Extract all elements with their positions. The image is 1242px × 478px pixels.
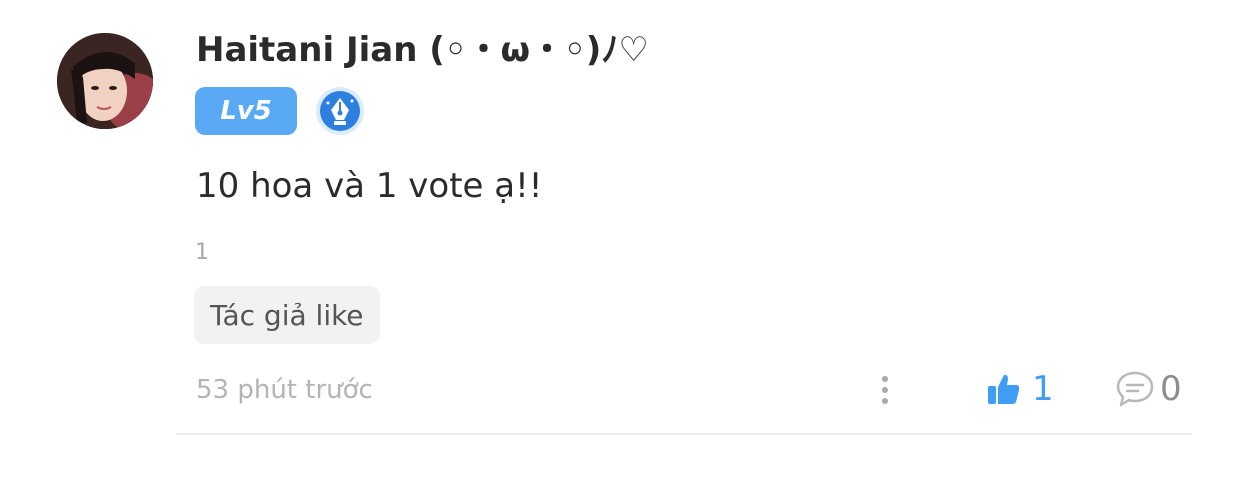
menu-dot: [882, 376, 888, 382]
reply-count: 1: [195, 240, 209, 265]
more-vertical-icon[interactable]: [872, 370, 898, 410]
comment-text: 10 hoa và 1 vote ạ!!: [196, 166, 543, 206]
divider: [176, 433, 1192, 435]
reply-button[interactable]: 0: [1114, 366, 1182, 412]
pen-nib-icon: [315, 86, 365, 136]
level-badge: Lv5: [195, 87, 297, 135]
comment-bubble-icon: [1116, 371, 1154, 407]
author-like-tag: Tác giả like: [194, 286, 380, 344]
like-count: 1: [1032, 369, 1054, 409]
user-avatar[interactable]: [57, 33, 153, 129]
menu-dot: [882, 398, 888, 404]
menu-dot: [882, 387, 888, 393]
username[interactable]: Haitani Jian (◦・ω・◦)ﾉ♡: [196, 26, 649, 74]
thumbs-up-icon: [988, 374, 1020, 404]
reply-count-action: 0: [1160, 369, 1182, 409]
timestamp: 53 phút trước: [196, 375, 373, 405]
user-badges: Lv5: [195, 86, 365, 136]
like-button[interactable]: 1: [986, 366, 1054, 412]
